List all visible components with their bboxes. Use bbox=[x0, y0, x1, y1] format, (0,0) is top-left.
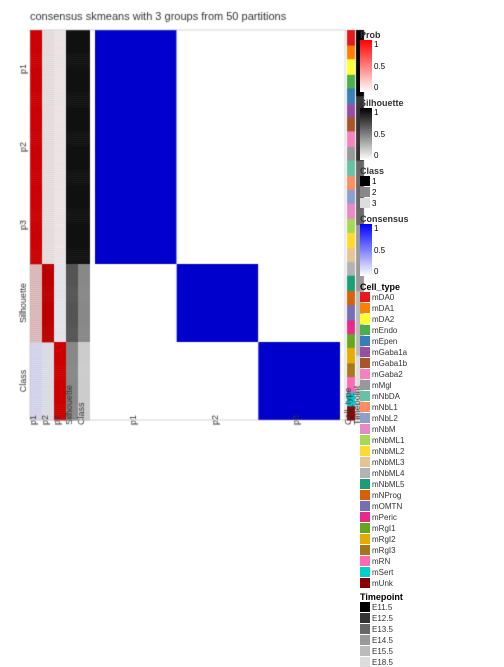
cell-type-color bbox=[360, 336, 370, 346]
prob-labels: 1 0.5 0 bbox=[374, 40, 385, 92]
timepoint-item: E12.5 bbox=[360, 613, 500, 623]
timepoint-color bbox=[360, 613, 370, 623]
cell-type-item: mOMTN bbox=[360, 501, 500, 511]
timepoint-item: E15.5 bbox=[360, 646, 500, 656]
cell-type-item: mRgI2 bbox=[360, 534, 500, 544]
class-color-1 bbox=[360, 176, 370, 186]
cell-type-color bbox=[360, 358, 370, 368]
cell-type-color bbox=[360, 490, 370, 500]
cell-type-color bbox=[360, 303, 370, 313]
silhouette-gradient bbox=[360, 108, 372, 160]
cell-type-item: mNbL1 bbox=[360, 402, 500, 412]
cell-type-item: mMgl bbox=[360, 380, 500, 390]
cell-type-item: mNbL2 bbox=[360, 413, 500, 423]
class-color-2 bbox=[360, 187, 370, 197]
cell-type-color bbox=[360, 446, 370, 456]
cell-type-color bbox=[360, 402, 370, 412]
cell-type-color bbox=[360, 424, 370, 434]
timepoint-color bbox=[360, 657, 370, 667]
timepoint-list: E11.5E12.5E13.5E14.5E15.5E18.5 bbox=[360, 602, 500, 667]
consensus-legend-title: Consensus bbox=[360, 214, 500, 224]
cell-type-item: mDA0 bbox=[360, 292, 500, 302]
timepoint-item: E11.5 bbox=[360, 602, 500, 612]
cell-type-color bbox=[360, 512, 370, 522]
consensus-legend: Consensus 1 0.5 0 bbox=[360, 214, 500, 276]
cell-type-item: mNbML2 bbox=[360, 446, 500, 456]
cell-type-color bbox=[360, 435, 370, 445]
cell-type-color bbox=[360, 292, 370, 302]
cell-type-item: mNbML4 bbox=[360, 468, 500, 478]
silhouette-legend: Silhouette 1 0.5 0 bbox=[360, 98, 500, 160]
cell-type-color bbox=[360, 501, 370, 511]
cell-type-color bbox=[360, 567, 370, 577]
cell-type-item: mNbM bbox=[360, 424, 500, 434]
cell-type-item: mNProg bbox=[360, 490, 500, 500]
cell-type-item: mNbML5 bbox=[360, 479, 500, 489]
cell-type-color bbox=[360, 325, 370, 335]
timepoint-color bbox=[360, 602, 370, 612]
class-color-3 bbox=[360, 198, 370, 208]
timepoint-item: E18.5 bbox=[360, 657, 500, 667]
cell-type-color bbox=[360, 314, 370, 324]
cell-type-list: mDA0mDA1mDA2mEndomEpenmGaba1amGaba1bmGab… bbox=[360, 292, 500, 588]
timepoint-color bbox=[360, 635, 370, 645]
timepoint-color bbox=[360, 646, 370, 656]
cell-type-color bbox=[360, 556, 370, 566]
cell-type-item: mDA2 bbox=[360, 314, 500, 324]
cell-type-color bbox=[360, 479, 370, 489]
cell-type-color bbox=[360, 457, 370, 467]
cell-type-item: mNbML1 bbox=[360, 435, 500, 445]
cell-type-item: mGaba1a bbox=[360, 347, 500, 357]
cell-type-item: mPeric bbox=[360, 512, 500, 522]
cell-type-color bbox=[360, 468, 370, 478]
consensus-gradient bbox=[360, 224, 372, 276]
cell-type-item: mSert bbox=[360, 567, 500, 577]
silhouette-labels: 1 0.5 0 bbox=[374, 108, 385, 160]
cell-type-color bbox=[360, 347, 370, 357]
main-container: Prob 1 0.5 0 Silhouette 1 0.5 0 bbox=[0, 0, 504, 504]
cell-type-item: mNbML3 bbox=[360, 457, 500, 467]
cell-type-color bbox=[360, 391, 370, 401]
prob-gradient bbox=[360, 40, 372, 92]
cell-type-legend-title: Cell_type bbox=[360, 282, 500, 292]
prob-legend: Prob 1 0.5 0 bbox=[360, 30, 500, 92]
timepoint-item: E13.5 bbox=[360, 624, 500, 634]
cell-type-item: mDA1 bbox=[360, 303, 500, 313]
timepoint-legend-title: Timepoint bbox=[360, 592, 500, 602]
class-item-2: 2 bbox=[360, 187, 500, 197]
class-item-1: 1 bbox=[360, 176, 500, 186]
cell-type-item: mUnk bbox=[360, 578, 500, 588]
consensus-labels: 1 0.5 0 bbox=[374, 224, 385, 276]
cell-type-color bbox=[360, 523, 370, 533]
cell-type-item: mNbDA bbox=[360, 391, 500, 401]
timepoint-color bbox=[360, 624, 370, 634]
cell-type-color bbox=[360, 534, 370, 544]
class-legend-title: Class bbox=[360, 166, 500, 176]
cell-type-item: mGaba1b bbox=[360, 358, 500, 368]
prob-legend-title: Prob bbox=[360, 30, 500, 40]
cell-type-color bbox=[360, 380, 370, 390]
timepoint-item: E14.5 bbox=[360, 635, 500, 645]
silhouette-legend-title: Silhouette bbox=[360, 98, 500, 108]
cell-type-color bbox=[360, 369, 370, 379]
cell-type-item: mGaba2 bbox=[360, 369, 500, 379]
cell-type-item: mRgI3 bbox=[360, 545, 500, 555]
legend-area: Prob 1 0.5 0 Silhouette 1 0.5 0 bbox=[360, 30, 500, 490]
cell-type-item: mEndo bbox=[360, 325, 500, 335]
cell-type-color bbox=[360, 578, 370, 588]
cell-type-item: mRN bbox=[360, 556, 500, 566]
cell-type-color bbox=[360, 413, 370, 423]
class-item-3: 3 bbox=[360, 198, 500, 208]
class-legend: Class 1 2 3 bbox=[360, 166, 500, 208]
cell-type-item: mRgI1 bbox=[360, 523, 500, 533]
cell-type-color bbox=[360, 545, 370, 555]
cell-type-item: mEpen bbox=[360, 336, 500, 346]
class-items: 1 2 3 bbox=[360, 176, 500, 208]
